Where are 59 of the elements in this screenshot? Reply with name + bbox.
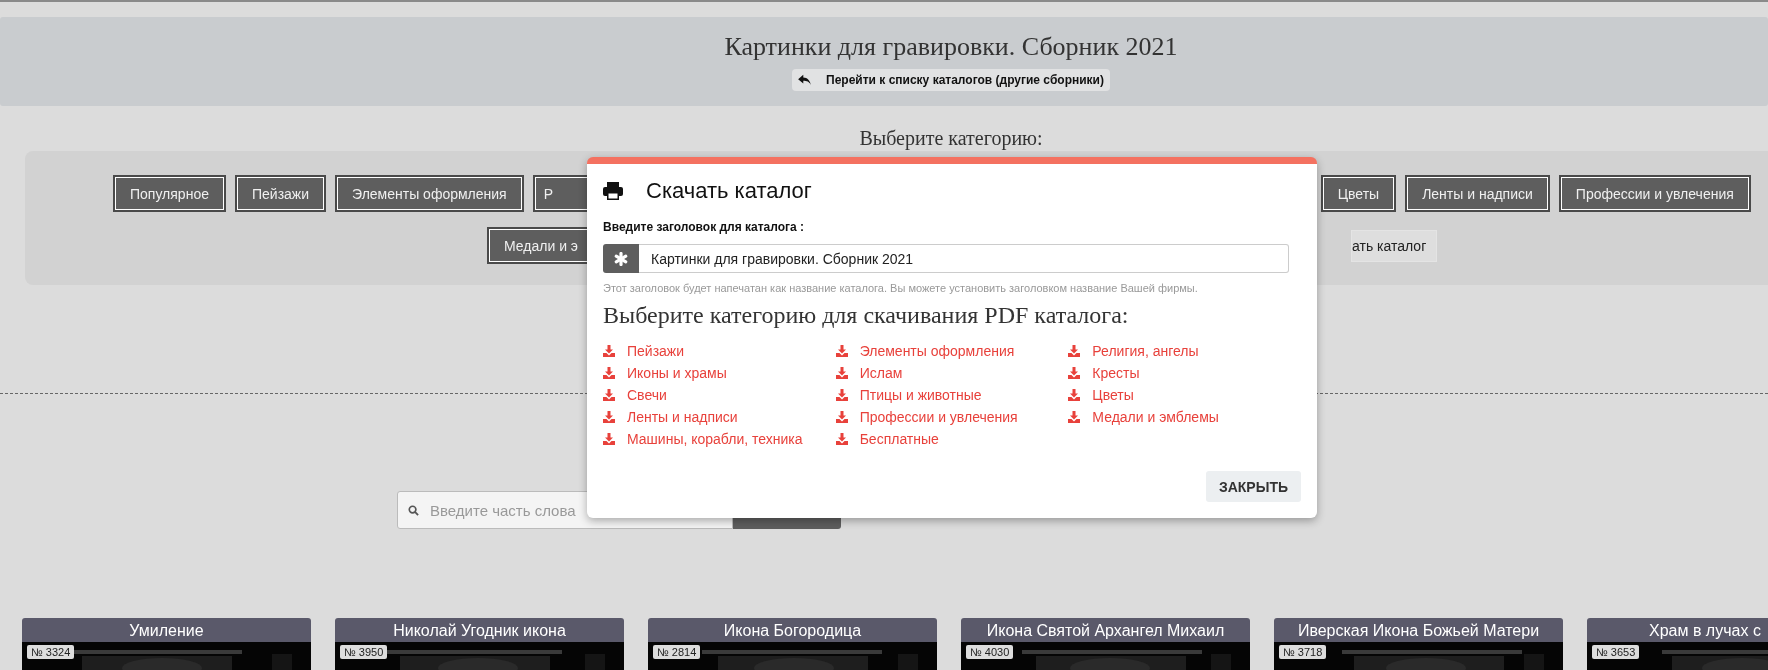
reply-arrow-icon [798,74,813,86]
download-icon [603,388,615,401]
back-link[interactable]: Перейти к списку каталогов (другие сборники) [792,69,1110,91]
category-download-link[interactable]: Ленты и надписи [603,407,836,426]
dialog-heading: Выберите категорию для скачивания PDF каталога: [603,302,1130,329]
category-download-link[interactable]: Элементы оформления [835,341,1069,360]
card-title[interactable]: Иверская Икона Божьей Матери [1274,618,1563,642]
category-download-link[interactable]: Профессии и увлечения [835,407,1069,426]
item-number-badge: № 3950 [340,645,388,659]
item-number-badge: № 3718 [1279,645,1327,659]
download-icon [835,366,848,379]
category-download-link[interactable]: Пейзажи [603,341,836,360]
category-download-link[interactable]: Медали и эмблемы [1068,407,1301,426]
category-button[interactable]: Элементы оформления [337,177,522,210]
page-title: Картинки для гравировки. Сборник 2021 [724,32,1178,62]
download-icon [835,388,848,401]
catalog-title-field[interactable]: Картинки для гравировки. Сборник 2021 [639,244,1289,273]
download-icon [603,366,615,379]
category-button[interactable]: Цветы [1322,177,1395,210]
category-download-link[interactable]: Машины, корабли, техника [603,429,836,448]
download-icon [835,432,848,445]
field-hint: Этот заголовок будет напечатан как название каталога. Вы можете установить заголовком название Вашей фирмы. [603,282,1199,294]
close-button[interactable]: ЗАКРЫТЬ [1205,471,1301,502]
card-title[interactable]: Икона Богородица [648,618,937,642]
category-button[interactable]: Ленты и надписи [1407,177,1548,210]
category-button[interactable]: Популярное [115,177,224,210]
category-download-link[interactable]: Кресты [1068,363,1301,382]
item-number-badge: № 3653 [1592,645,1640,659]
category-download-link[interactable]: Иконы и храмы [603,363,836,382]
download-icon [835,344,848,357]
dialog-title: Скачать каталог [646,178,812,204]
item-number-badge: № 4030 [966,645,1014,659]
download-icon [603,410,615,423]
card-title[interactable]: Николай Угодник икона [335,618,624,642]
download-icon [1068,388,1081,401]
item-number-badge: № 3324 [27,645,75,659]
category-button[interactable]: Пейзажи [236,177,325,210]
download-icon [1068,410,1081,423]
download-icon [1068,366,1081,379]
category-download-link[interactable]: Цветы [1068,385,1301,404]
item-number-badge: № 2814 [653,645,701,659]
category-download-link[interactable]: Свечи [603,385,836,404]
download-catalog-button[interactable]: ать каталог [1351,230,1438,262]
card-title[interactable]: Икона Святой Архангел Михаил [961,618,1250,642]
asterisk-icon [603,244,639,273]
card-title[interactable]: Умиление [22,618,311,642]
download-icon [603,344,615,357]
category-download-link[interactable]: Ислам [835,363,1069,382]
download-icon [1068,344,1081,357]
download-icon [603,432,615,445]
category-download-link[interactable]: Религия, ангелы [1068,341,1301,360]
printer-icon [603,182,623,200]
category-download-link[interactable]: Бесплатные [835,429,1069,448]
download-icon [835,410,848,423]
section-heading: Выберите категорию: [858,127,1044,150]
category-button[interactable]: Профессии и увлечения [1560,177,1749,210]
card-title[interactable]: Храм в лучах с [1587,618,1768,642]
category-download-link[interactable]: Птицы и животные [835,385,1069,404]
search-icon [408,505,419,516]
